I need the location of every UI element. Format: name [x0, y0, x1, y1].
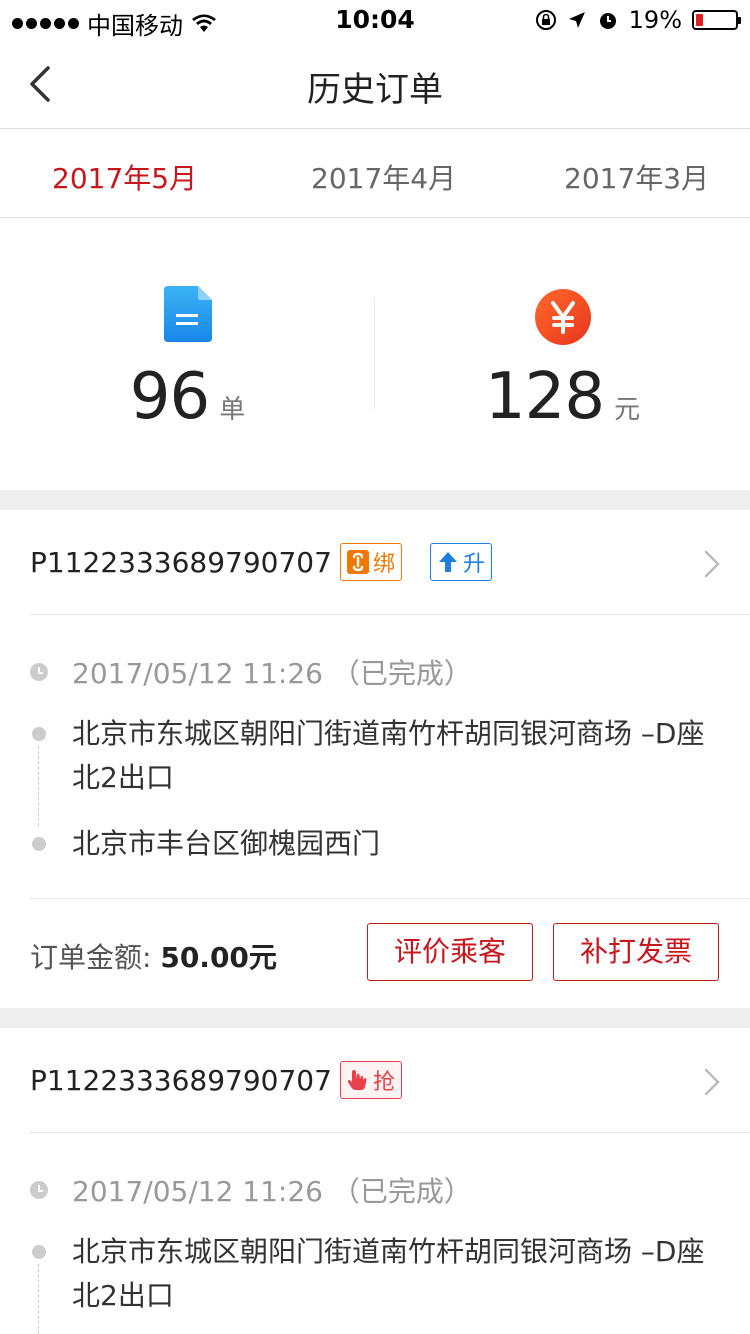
divider [30, 614, 750, 615]
chevron-right-icon[interactable] [704, 550, 720, 578]
nav-bar: 历史订单 [0, 40, 750, 129]
income-unit: 元 [614, 395, 641, 425]
tab-2017-04[interactable]: 2017年4月 [311, 157, 456, 197]
income-stat: 128 元 [375, 218, 750, 490]
battery-percent: 19% [628, 6, 682, 34]
grab-badge: 抢 [340, 1061, 403, 1099]
status-bar: 中国移动 10:04 19% [0, 0, 750, 40]
bind-badge: 绑 [340, 543, 403, 581]
document-icon [164, 286, 212, 342]
upgrade-arrow-icon [439, 552, 457, 572]
upgrade-badge: 升 [430, 543, 493, 581]
order-time: 2017/05/12 11:26 （已完成） [72, 657, 472, 690]
order-count-stat: 96 单 [0, 218, 375, 490]
clock-icon [30, 663, 48, 681]
order-card[interactable]: P1122333689790707 绑 升 2017/05/12 11:26 （… [0, 510, 750, 1008]
battery-icon [692, 10, 741, 30]
divider [30, 898, 750, 899]
tab-2017-05[interactable]: 2017年5月 [52, 157, 197, 197]
chevron-right-icon[interactable] [704, 1068, 720, 1096]
start-address: 北京市东城区朝阳门街道南竹杆胡同银河商场 –D座北2出口 [72, 1235, 705, 1312]
alarm-icon [599, 13, 616, 29]
order-amount: 订单金额: 50.00元 [30, 936, 277, 976]
reissue-invoice-button[interactable]: 补打发票 [553, 923, 719, 981]
start-point-icon [32, 727, 46, 741]
end-address: 北京市丰台区御槐园西门 [72, 827, 381, 860]
section-gap [0, 490, 750, 510]
section-gap [0, 1008, 750, 1028]
order-time-row: 2017/05/12 11:26 （已完成） [30, 1170, 472, 1210]
clock-icon [30, 1181, 48, 1199]
bind-badge-label: 绑 [373, 552, 396, 577]
order-time: 2017/05/12 11:26 （已完成） [72, 1175, 472, 1208]
order-count-unit: 单 [219, 395, 246, 425]
page-title: 历史订单 [307, 70, 443, 110]
grab-hand-icon [347, 1070, 367, 1090]
start-point-icon [32, 1245, 46, 1259]
order-time-row: 2017/05/12 11:26 （已完成） [30, 652, 472, 692]
summary-stats: 96 单 128 元 [0, 218, 750, 490]
order-count-value: 96 [129, 360, 210, 434]
yuan-icon [535, 289, 591, 345]
order-amount-value: 50.00元 [160, 941, 277, 974]
location-arrow-icon [568, 12, 585, 28]
rate-passenger-button[interactable]: 评价乘客 [367, 923, 533, 981]
route-line [38, 1264, 39, 1334]
end-point-icon [32, 837, 46, 851]
bind-icon [347, 550, 369, 574]
upgrade-badge-label: 升 [463, 552, 486, 577]
start-address: 北京市东城区朝阳门街道南竹杆胡同银河商场 –D座北2出口 [72, 717, 705, 794]
tab-2017-03[interactable]: 2017年3月 [564, 157, 709, 197]
order-card[interactable]: P1122333689790707 抢 2017/05/12 11:26 （已完… [0, 1028, 750, 1334]
order-id: P1122333689790707 [30, 546, 332, 579]
order-amount-label: 订单金额: [30, 941, 161, 974]
grab-badge-label: 抢 [373, 1070, 396, 1095]
rotation-lock-icon [535, 10, 556, 30]
month-tabs: 2017年5月 2017年4月 2017年3月 [0, 129, 750, 218]
route-line [38, 746, 39, 826]
order-id: P1122333689790707 [30, 1064, 332, 1097]
income-value: 128 [484, 360, 605, 434]
divider [30, 1132, 750, 1133]
